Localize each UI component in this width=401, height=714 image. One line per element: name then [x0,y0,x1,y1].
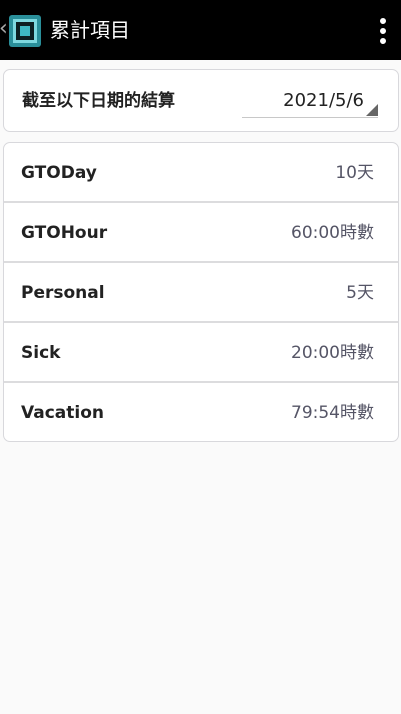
back-chevron-icon[interactable]: ‹ [0,17,8,41]
list-item-gtoday[interactable]: GTODay 10天 [4,143,398,201]
item-value: 79:54時數 [291,403,374,423]
date-value: 2021/5/6 [283,90,364,111]
app-bar: ‹ 累計項目 [0,0,401,60]
list-item-sick[interactable]: Sick 20:00時數 [4,323,398,381]
list-item-vacation[interactable]: Vacation 79:54時數 [4,383,398,441]
date-filter-card: 截至以下日期的結算 2021/5/6 [3,69,399,132]
item-label: GTOHour [21,223,108,243]
list-item-personal[interactable]: Personal 5天 [4,263,398,321]
list-item-gtohour[interactable]: GTOHour 60:00時數 [4,203,398,261]
page-title: 累計項目 [50,18,130,42]
item-value: 5天 [346,283,374,303]
accrual-list: GTODay 10天 GTOHour 60:00時數 Personal 5天 S… [3,142,399,442]
item-value: 10天 [335,163,374,183]
more-vert-icon[interactable] [378,18,388,44]
dropdown-triangle-icon [366,104,378,116]
item-value: 20:00時數 [291,343,374,363]
item-label: Personal [21,283,105,303]
item-label: GTODay [21,163,97,183]
item-label: Sick [21,343,61,363]
date-spinner[interactable]: 2021/5/6 [242,85,378,118]
item-label: Vacation [21,403,104,423]
app-logo-icon[interactable] [9,15,41,47]
item-value: 60:00時數 [291,223,374,243]
date-filter-label: 截至以下日期的結算 [22,91,175,111]
